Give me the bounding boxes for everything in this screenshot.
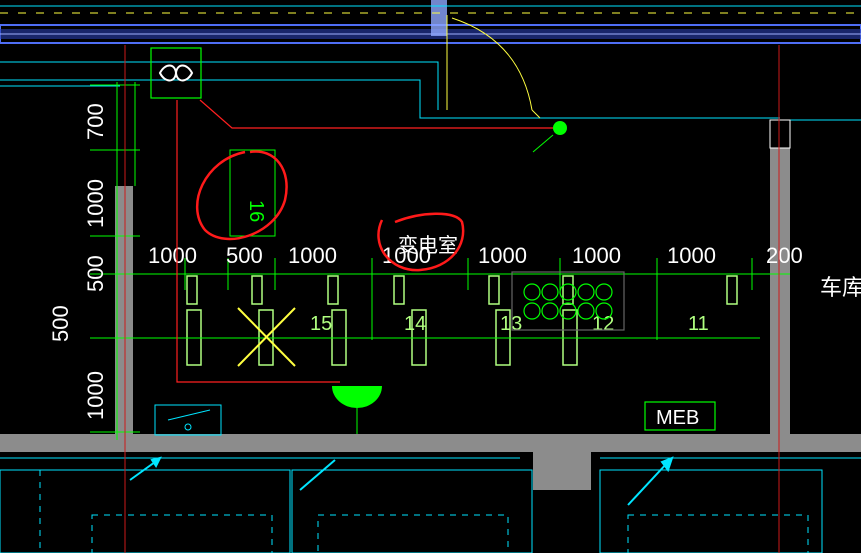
equipment-16-label: 16 — [245, 200, 267, 222]
dim-v-1000: 1000 — [83, 179, 108, 228]
fan-icon[interactable] — [150, 47, 202, 99]
dim-h-1000-6: 1000 — [667, 243, 716, 268]
cad-drawing[interactable]: 700 1000 500 500 1000 1000 500 1000 1000… — [0, 0, 861, 553]
cabinet-number: 13 — [500, 313, 522, 335]
red-cable-route — [176, 99, 560, 383]
dim-h-1000-5: 1000 — [572, 243, 621, 268]
side-room-label: 车库弱 — [820, 276, 861, 301]
dim-h-500: 500 — [226, 243, 263, 268]
lower-room-outlines — [0, 469, 823, 553]
cabinet-number: 15 — [310, 313, 332, 335]
lamp-icon[interactable] — [332, 386, 382, 434]
room-label: 变电室 — [398, 233, 458, 257]
meb-label: MEB — [656, 407, 699, 429]
green-dot-marker[interactable] — [532, 121, 567, 153]
dim-v-700: 700 — [83, 103, 108, 140]
dim-h-1000-4: 1000 — [478, 243, 527, 268]
cabinet-number: 12 — [592, 313, 614, 335]
top-duct — [0, 0, 861, 44]
walls — [0, 119, 861, 490]
cabinet-numbers: 15 14 13 12 11 — [310, 313, 709, 335]
cad-drawing-canvas[interactable]: 700 1000 500 500 1000 1000 500 1000 1000… — [0, 0, 861, 553]
cabinet-number: 14 — [404, 313, 426, 335]
axis-lines — [124, 45, 780, 553]
dim-v-500-b: 500 — [48, 305, 73, 342]
horizontal-dimension-labels: 1000 500 1000 1000 1000 1000 1000 200 — [148, 243, 803, 268]
dim-v-1000-b: 1000 — [83, 371, 108, 420]
dim-h-1000-1: 1000 — [148, 243, 197, 268]
dim-h-1000-2: 1000 — [288, 243, 337, 268]
equipment-16[interactable]: 16 — [229, 149, 276, 237]
cabinet-number: 11 — [688, 313, 709, 335]
vertical-dimension-labels: 700 1000 500 500 1000 — [48, 103, 108, 420]
meb-box[interactable]: MEB — [644, 401, 716, 431]
cabinet-top-row[interactable] — [186, 275, 738, 305]
dim-h-200: 200 — [766, 243, 803, 268]
wall-panel[interactable] — [154, 404, 222, 436]
dim-v-500-a: 500 — [83, 255, 108, 292]
cross-mark-icon[interactable] — [237, 307, 296, 367]
